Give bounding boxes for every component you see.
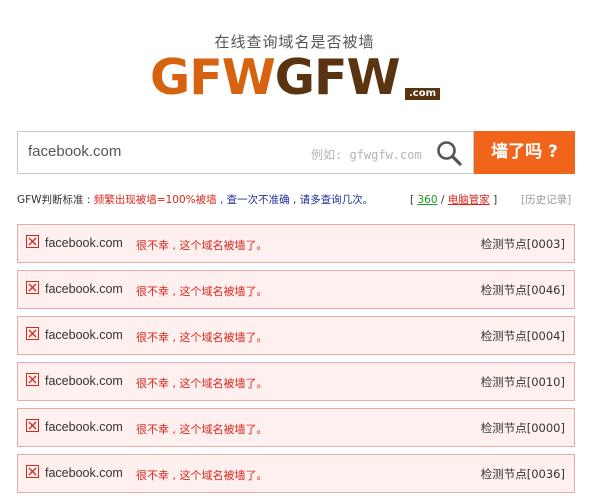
result-message: 很不幸 , 这个域名被墙了。 (136, 469, 268, 482)
logo-wordmark: GFWGFW (150, 49, 400, 106)
result-domain: facebook.com (45, 420, 123, 434)
result-domain: facebook.com (45, 466, 123, 480)
result-message: 很不幸 , 这个域名被墙了。 (136, 285, 268, 298)
result-message: 很不幸 , 这个域名被墙了。 (136, 423, 268, 436)
domain-search-input[interactable]: facebook.com 例如: gfwgfw.com (17, 131, 474, 174)
result-domain: facebook.com (45, 282, 123, 296)
blocked-x-icon (26, 235, 39, 248)
result-node: 检测节点[0036] (480, 467, 565, 481)
result-domain: facebook.com (45, 374, 123, 388)
logo-suffix: .com (405, 88, 441, 100)
blocked-x-icon (26, 281, 39, 294)
result-row: facebook.com 很不幸 , 这个域名被墙了。 检测节点[0010] (17, 362, 575, 401)
search-input-value: facebook.com (28, 143, 122, 160)
result-domain: facebook.com (45, 236, 123, 250)
link-pc-manager[interactable]: 电脑管家 (448, 194, 490, 206)
result-node: 检测节点[0000] (480, 421, 565, 435)
blocked-x-icon (26, 465, 39, 478)
result-row: facebook.com 很不幸 , 这个域名被墙了。 检测节点[0000] (17, 408, 575, 447)
result-message: 很不幸 , 这个域名被墙了。 (136, 377, 268, 390)
blocked-x-icon (26, 373, 39, 386)
link-360[interactable]: 360 (417, 194, 437, 206)
link-slash: / (440, 194, 445, 206)
criteria-separator: , (216, 194, 227, 206)
result-node: 检测节点[0004] (480, 329, 565, 343)
blocked-x-icon (26, 419, 39, 432)
search-input-placeholder: 例如: gfwgfw.com (311, 148, 422, 162)
search-icon[interactable] (436, 140, 462, 166)
search-bar: facebook.com 例如: gfwgfw.com 墙了吗 ? (17, 131, 575, 174)
result-node: 检测节点[0003] (480, 237, 565, 251)
result-row: facebook.com 很不幸 , 这个域名被墙了。 检测节点[0003] (17, 224, 575, 263)
result-message: 很不幸 , 这个域名被墙了。 (136, 239, 268, 252)
criteria-rule-blue: 查一次不准确 , 请多查询几次。 (226, 194, 374, 206)
blocked-x-icon (26, 327, 39, 340)
result-node: 检测节点[0046] (480, 283, 565, 297)
result-row: facebook.com 很不幸 , 这个域名被墙了。 检测节点[0046] (17, 270, 575, 309)
criteria-label: GFW判断标准 : (17, 194, 91, 206)
bracket-close: ] (493, 194, 498, 206)
result-row: facebook.com 很不幸 , 这个域名被墙了。 检测节点[0004] (17, 316, 575, 355)
criteria-line: GFW判断标准 : 频繁出现被墙=100%被墙 , 查一次不准确 , 请多查询几… (17, 192, 577, 208)
result-domain: facebook.com (45, 328, 123, 342)
check-blocked-button[interactable]: 墙了吗 ? (474, 131, 575, 174)
result-node: 检测节点[0010] (480, 375, 565, 389)
history-link[interactable]: [历史记录] (521, 192, 571, 207)
bracket-open: [ (410, 194, 415, 206)
result-message: 很不幸 , 这个域名被墙了。 (136, 331, 268, 344)
site-logo[interactable]: GFWGFW .com (150, 50, 450, 106)
criteria-rule-red: 频繁出现被墙=100%被墙 (93, 194, 217, 206)
tool-links: [ 360 / 电脑管家 ] (410, 192, 497, 207)
result-row: facebook.com 很不幸 , 这个域名被墙了。 检测节点[0036] (17, 454, 575, 493)
